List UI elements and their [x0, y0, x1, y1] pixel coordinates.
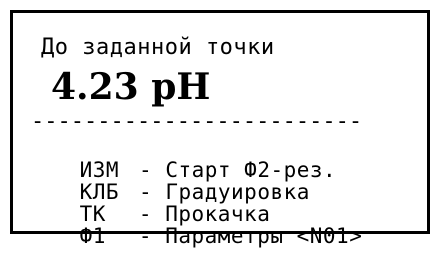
menu-key: Ф1: [79, 224, 106, 248]
menu-separator: -: [138, 224, 153, 248]
menu-item-parameters: Ф1 - Параметры <N01>: [27, 205, 362, 268]
ph-reading: 4.23 pH: [51, 66, 211, 108]
menu-action: Параметры <N01>: [165, 224, 363, 248]
divider-line: -------------------------: [31, 109, 363, 134]
mode-title: До заданной точки: [41, 35, 275, 60]
instrument-display: До заданной точки 4.23 pH --------------…: [10, 10, 430, 247]
